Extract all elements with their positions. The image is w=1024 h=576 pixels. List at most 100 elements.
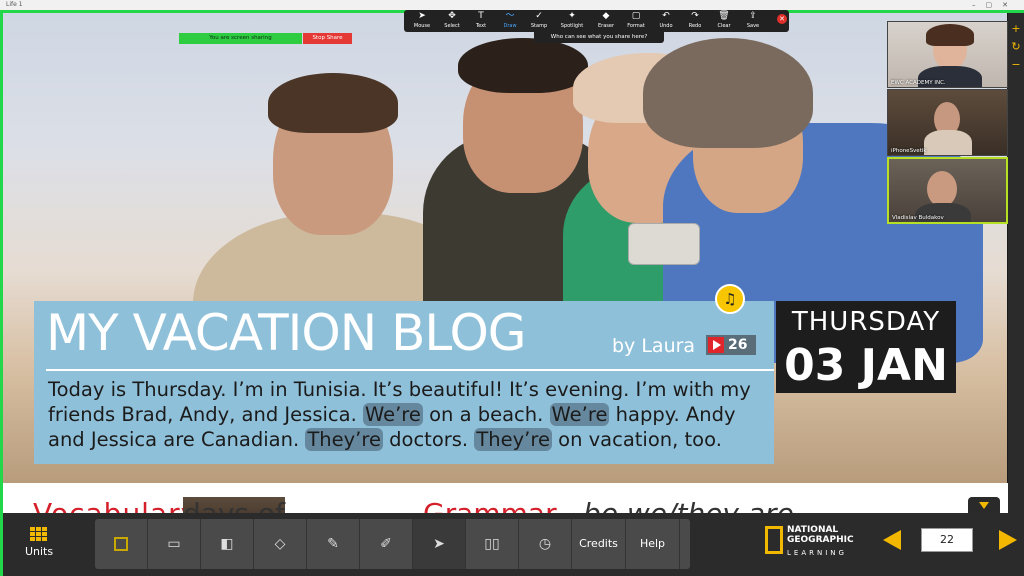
pen-icon[interactable]: ✎ (307, 519, 360, 569)
credits-button[interactable]: Credits (572, 519, 626, 569)
blog-text-part: on vacation, too. (551, 428, 722, 451)
yellow-frame-icon (765, 526, 783, 554)
zoom-tool-spotlight[interactable]: ✦ Spotlight (558, 11, 586, 30)
date-value: 03 JAN (784, 340, 948, 391)
participant-name: EWC ACADEMY INC. (891, 80, 946, 86)
worksheet-icon[interactable] (95, 519, 148, 569)
units-button[interactable]: Units (13, 521, 65, 569)
blog-text-part: on a beach. (422, 403, 550, 426)
zoom-tool-draw[interactable]: 〜 Draw (496, 11, 524, 30)
refresh-icon[interactable]: ↻ (1011, 41, 1021, 53)
save-icon: ⇪ (749, 11, 757, 21)
tool-label: Undo (659, 23, 673, 29)
tool-label: Text (475, 23, 487, 29)
highlighted-word: We’re (362, 403, 423, 426)
person-jessica-hat (643, 38, 813, 148)
tool-label: Mouse (413, 23, 431, 29)
participant-face (927, 171, 957, 207)
participant-video[interactable]: Vladislav Buldakov (887, 157, 1008, 224)
zoom-tool-stamp[interactable]: ✓ Stamp (525, 11, 553, 30)
tool-label: Stamp (530, 23, 548, 29)
tool-label: Spotlight (560, 23, 584, 29)
check-icon: ✓ (535, 11, 543, 21)
prev-page-icon[interactable] (883, 530, 901, 550)
format-icon: ▢ (631, 11, 641, 21)
minus-icon[interactable]: − (1011, 59, 1021, 71)
page-number-input[interactable]: 22 (921, 528, 973, 552)
window-controls[interactable]: –▢✕ (972, 0, 1018, 10)
windows-icon[interactable]: ◧ (201, 519, 254, 569)
date-day: THURSDAY (791, 307, 941, 337)
zoom-tool-mouse[interactable]: ➤ Mouse (408, 11, 436, 30)
help-button[interactable]: Help (626, 519, 680, 569)
blog-text: Today is Thursday. I’m in Tunisia. It’s … (48, 377, 778, 452)
publisher-line-1: NATIONAL (787, 525, 839, 535)
next-page-icon[interactable] (999, 530, 1017, 550)
zoom-annotation-toolbar: ➤ Mouse ✥ Select T Text 〜 Draw ✓ Stamp ✦ Spotl… (404, 10, 789, 32)
trash-icon: 🗑 (718, 11, 730, 21)
tool-label: Save (746, 23, 760, 29)
zoom-tool-redo[interactable]: ↷ Redo (681, 11, 709, 30)
music-note-icon[interactable]: ♫ (715, 284, 745, 314)
zoom-tool-format[interactable]: ▢ Format (622, 11, 650, 30)
person-brad-hair (268, 73, 398, 133)
highlighter-icon[interactable]: ✐ (360, 519, 413, 569)
window-title: Life 1 (6, 1, 23, 8)
section-headings-strip: Vocabulary days of Grammar be we/they ar… (3, 483, 1024, 513)
zoom-tool-eraser[interactable]: ◆ Eraser (592, 11, 620, 30)
undo-icon: ↶ (662, 11, 670, 21)
stop-share-button[interactable]: Stop Share (303, 33, 352, 44)
highlighted-word: They’re (305, 428, 383, 451)
publisher-logo: NATIONAL GEOGRAPHIC LEARNING (765, 523, 855, 567)
eraser-icon: ◆ (602, 11, 610, 21)
highlighted-word: They’re (474, 428, 552, 451)
close-icon[interactable]: ✕ (777, 14, 787, 24)
grid-icon (30, 527, 48, 541)
participant-name: iPhoneSvetik (891, 148, 927, 154)
who-can-see-link[interactable]: Who can see what you share here? (534, 32, 664, 43)
blog-divider (46, 369, 774, 371)
draw-icon: 〜 (505, 11, 515, 21)
blog-byline: by Laura (612, 335, 696, 357)
camera (628, 223, 700, 265)
zoom-tool-save[interactable]: ⇪ Save (739, 11, 767, 30)
cursor-icon[interactable]: ➤ (413, 519, 466, 569)
bottom-toolbar: Units ▭ ◧ ◇ ✎ ✐ ➤ ▯▯ ◷ Credits Help NATI… (3, 513, 1024, 576)
audio-track-button[interactable]: 26 (706, 335, 756, 355)
tool-group: ▭ ◧ ◇ ✎ ✐ ➤ ▯▯ ◷ Credits Help (95, 519, 690, 569)
participant-video[interactable]: EWC ACADEMY INC. (887, 21, 1008, 88)
book-icon[interactable]: ▯▯ (466, 519, 519, 569)
tool-label: Select (444, 23, 460, 29)
participant-video[interactable]: iPhoneSvetik (887, 89, 1008, 156)
units-label: Units (24, 545, 54, 558)
participant-hair (926, 24, 974, 46)
publisher-line-3: LEARNING (787, 549, 847, 557)
track-number: 26 (728, 337, 748, 353)
participant-body (924, 130, 972, 155)
blog-panel: MY VACATION BLOG by Laura 26 Today is Th… (34, 301, 774, 464)
participant-name: Vladislav Buldakov (892, 215, 944, 221)
eraser-icon[interactable]: ◇ (254, 519, 307, 569)
presenter-icon[interactable]: ▭ (148, 519, 201, 569)
move-icon: ✥ (448, 11, 456, 21)
zoom-tool-select[interactable]: ✥ Select (438, 11, 466, 30)
vocabulary-heading: Vocabulary (33, 497, 198, 513)
publisher-line-2: GEOGRAPHIC (787, 535, 854, 545)
cursor-icon: ➤ (418, 11, 426, 21)
screen-sharing-banner: You are screen sharing (179, 33, 302, 44)
grammar-subheading: be we/they are (583, 497, 794, 513)
app-window: Life 1 –▢✕ MY VACATION BLOG by Laura 26 … (0, 0, 1024, 576)
zoom-tool-undo[interactable]: ↶ Undo (652, 11, 680, 30)
timer-icon[interactable]: ◷ (519, 519, 572, 569)
zoom-tool-text[interactable]: T Text (467, 11, 495, 30)
person-andy-hair (458, 38, 588, 93)
text-icon: T (478, 11, 484, 21)
tool-label: Eraser (597, 23, 614, 29)
play-icon (708, 337, 724, 353)
highlighted-word: We’re (549, 403, 610, 426)
zoom-tool-clear[interactable]: 🗑 Clear (710, 11, 738, 30)
date-box: THURSDAY 03 JAN (776, 301, 956, 393)
blog-title: MY VACATION BLOG (46, 304, 527, 362)
spotlight-icon: ✦ (568, 11, 576, 21)
plus-icon[interactable]: + (1011, 23, 1021, 35)
